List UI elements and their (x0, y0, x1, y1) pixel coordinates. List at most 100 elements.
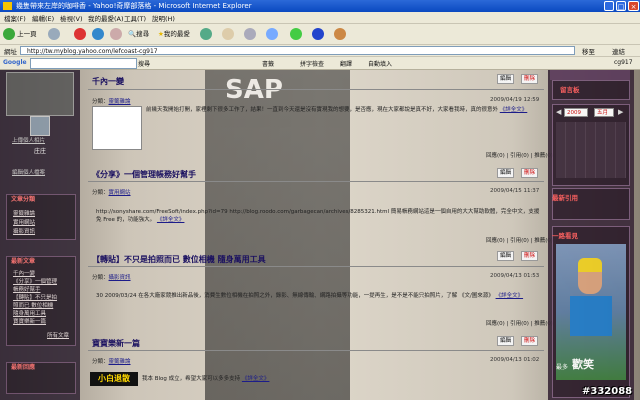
post-category-link[interactable]: 靈籤雜論 (109, 359, 131, 365)
guestbook-title[interactable]: 留言板 (560, 84, 580, 94)
mail-icon (222, 28, 234, 40)
post-body: 前幾天我開始打開，家裡剩下很多工作了，結果！一直到今天還是沒有實現我的想要，是否… (146, 107, 528, 113)
window-title: 幾隻帶來左岸的咖啡香 - Yahoo!奇摩部落格 - Microsoft Int… (16, 2, 252, 10)
edit-button[interactable]: 編輯 (497, 336, 515, 346)
post-meta[interactable]: 回應(0) | 引用(0) | 推薦(0) (486, 319, 553, 327)
recent-post-link[interactable]: 《分享》一個管理 (13, 277, 57, 285)
right-sidebar: 留言板 ◀ 2009 五月 ▶ 最新引用 一路看見 最多 歡笑 (548, 70, 634, 400)
post-title[interactable]: 寶寶樂新一篇 (92, 338, 140, 349)
category-link[interactable]: 靈籤雜論 (13, 209, 35, 217)
delete-button[interactable]: 刪除 (521, 74, 539, 84)
post-title[interactable]: 【轉貼】不只是拍照而已 數位相機 隨身萬用工具 (92, 254, 266, 265)
recent-post-link[interactable]: 帳務好幫手 (13, 285, 41, 293)
menu-edit[interactable]: 編輯(E) (32, 13, 54, 23)
bookmarks-button[interactable]: 書籤 (262, 59, 274, 68)
search-button[interactable]: 🔍搜尋 (128, 27, 149, 41)
forward-button[interactable] (48, 27, 60, 41)
next-month-icon[interactable]: ▶ (618, 108, 623, 116)
print-icon (244, 28, 256, 40)
menu-file[interactable]: 檔案(F) (4, 13, 26, 23)
post-title[interactable]: 《分享》一個管理帳務好幫手 (92, 169, 196, 180)
recent-post-link[interactable]: 千內一變 (13, 269, 35, 277)
post-date: 2009/04/19 12:59 (490, 97, 540, 103)
maximize-button[interactable]: □ (616, 1, 626, 11)
right-header (550, 70, 630, 80)
menu-favorites[interactable]: 我的最愛(A) (88, 13, 124, 23)
links-button[interactable]: 連結 (612, 46, 625, 56)
post-category-link[interactable]: 靈籤雜論 (109, 99, 131, 105)
autofill-button[interactable]: 自動填入 (368, 59, 392, 68)
read-more-link[interactable]: 《詳全文》 (157, 217, 185, 223)
calendar-grid[interactable] (556, 122, 626, 178)
delete-button[interactable]: 刪除 (521, 251, 539, 261)
post-title[interactable]: 千內一變 (92, 76, 124, 87)
address-input[interactable]: http://tw.myblog.yahoo.com/lefcoast-cg91… (20, 46, 575, 55)
divider (88, 266, 544, 267)
user-account[interactable]: cg917 (614, 59, 633, 66)
recent-post-link[interactable]: 【轉貼】不只是拍 (13, 293, 57, 301)
go-button[interactable]: 移至 (582, 46, 595, 56)
stop-button[interactable] (74, 27, 86, 41)
edit-icon (266, 28, 278, 40)
post-category-link[interactable]: 攝影資訊 (109, 275, 131, 281)
all-posts-link[interactable]: 所有文章 (47, 331, 69, 339)
menu-help[interactable]: 說明(H) (152, 13, 175, 23)
edit-button[interactable]: 編輯 (497, 168, 515, 178)
translate-button[interactable]: 翻譯 (340, 59, 352, 68)
toolbar: 上一頁 🔍搜尋 ★我的最愛 (0, 24, 640, 45)
edit-button[interactable]: 編輯 (497, 74, 515, 84)
post-thumbnail (92, 106, 142, 150)
refresh-icon (92, 28, 104, 40)
google-search-button[interactable]: 搜尋 (138, 59, 150, 68)
category-link[interactable]: 攝影資訊 (13, 227, 35, 235)
spellcheck-button[interactable]: 拼字檢查 (300, 59, 324, 68)
tool-button[interactable] (334, 27, 346, 41)
delete-button[interactable]: 刪除 (521, 168, 539, 178)
back-arrow-icon (3, 28, 15, 40)
minimize-button[interactable]: _ (604, 1, 614, 11)
post-date: 2009/04/15 11:37 (490, 188, 540, 194)
sap-poster: SAP (225, 75, 283, 105)
post-meta[interactable]: 回應(0) | 引用(0) | 推薦(0) (486, 236, 553, 244)
edit-button[interactable]: 編輯 (497, 251, 515, 261)
recent-post-link[interactable]: 隨身萬用工具 (13, 309, 46, 317)
home-button[interactable] (110, 27, 122, 41)
messenger-button[interactable] (290, 27, 302, 41)
history-button[interactable] (200, 27, 212, 41)
menu-tools[interactable]: 工具(T) (124, 13, 146, 23)
google-search-input[interactable] (30, 58, 137, 69)
read-more-link[interactable]: 《詳全文》 (242, 376, 270, 382)
address-bar: 網址 http://tw.myblog.yahoo.com/lefcoast-c… (0, 45, 640, 57)
read-more-link[interactable]: 《詳全文》 (496, 293, 524, 299)
menu-view[interactable]: 檢視(V) (60, 13, 83, 23)
post-category-link[interactable]: 實用網站 (109, 190, 131, 196)
year-select[interactable]: 2009 (564, 108, 588, 117)
post-category: 分類：靈籤雜論 (92, 99, 131, 105)
photo-widget-title: 一路看見 (552, 232, 578, 240)
post-meta[interactable]: 回應(0) | 引用(0) | 推薦(0) (486, 151, 553, 159)
favorites-button[interactable]: ★我的最愛 (158, 27, 190, 41)
address-label: 網址 (4, 48, 17, 56)
window-titlebar: 幾隻帶來左岸的咖啡香 - Yahoo!奇摩部落格 - Microsoft Int… (0, 0, 640, 12)
refresh-button[interactable] (92, 27, 104, 41)
month-select[interactable]: 五月 (594, 108, 614, 117)
messenger-icon (290, 28, 302, 40)
category-link[interactable]: 實用網站 (13, 218, 35, 226)
bluetooth-button[interactable] (312, 27, 324, 41)
avatar[interactable] (30, 116, 50, 136)
post-category: 分類：攝影資訊 (92, 275, 131, 281)
recent-post-link[interactable]: 寶寶樂新一篇 (13, 317, 46, 325)
upload-photo-link[interactable]: 上傳個人相片 (12, 136, 45, 144)
edit-profile-link[interactable]: 編輯個人檔案 (12, 168, 45, 176)
recent-post-link[interactable]: 照而已 數位相機 (13, 301, 53, 309)
post-badge: 小白退散 (90, 372, 138, 386)
post-category: 分類：靈籤雜論 (92, 359, 131, 365)
edit-button[interactable] (266, 27, 278, 41)
close-button[interactable]: × (628, 1, 639, 11)
prev-month-icon[interactable]: ◀ (556, 108, 561, 116)
print-button[interactable] (244, 27, 256, 41)
read-more-link[interactable]: 《詳全文》 (500, 107, 528, 113)
back-button[interactable]: 上一頁 (3, 27, 37, 41)
mail-button[interactable] (222, 27, 234, 41)
delete-button[interactable]: 刪除 (521, 336, 539, 346)
